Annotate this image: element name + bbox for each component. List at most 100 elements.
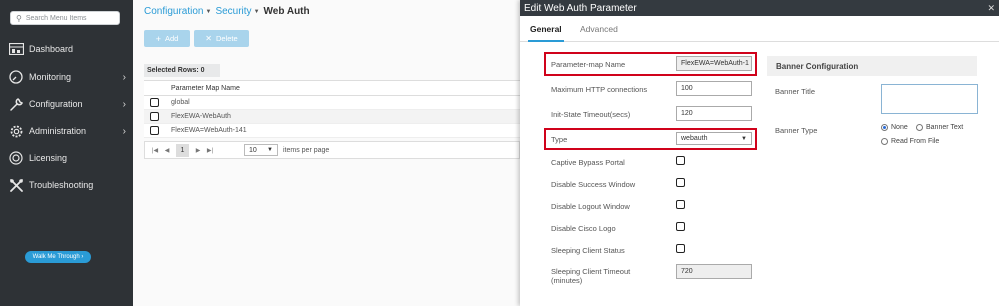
table-row[interactable]: FlexEWA=WebAuth-141 (144, 124, 520, 138)
close-icon[interactable]: ✕ (987, 3, 995, 14)
caret-down-icon: ▼ (205, 8, 212, 15)
delete-button-label: Delete (216, 34, 238, 43)
breadcrumb-configuration[interactable]: Configuration (144, 6, 203, 17)
main-content: Configuration ▼ Security ▼ Web Auth + Ad… (133, 0, 520, 306)
row-name[interactable]: FlexEWA-WebAuth (171, 113, 231, 120)
radio-banner-text[interactable]: Banner Text (916, 124, 963, 131)
table-row[interactable]: FlexEWA-WebAuth (144, 110, 520, 124)
panel-title: Edit Web Auth Parameter (524, 2, 637, 14)
sidebar-item-label: Licensing (29, 153, 68, 163)
init-state-field[interactable]: 120 (676, 106, 752, 121)
radio-read-from-file-label: Read From File (891, 138, 940, 145)
row-name[interactable]: global (171, 99, 190, 106)
init-state-label: Init-State Timeout(secs) (551, 110, 631, 119)
first-page-icon[interactable]: |◀ (149, 147, 161, 154)
radio-dot-selected (881, 124, 888, 131)
add-button[interactable]: + Add (144, 30, 190, 47)
disable-cisco-logo-label: Disable Cisco Logo (551, 224, 616, 233)
caret-down-icon: ▼ (267, 147, 273, 153)
breadcrumb: Configuration ▼ Security ▼ Web Auth (144, 6, 310, 17)
max-http-label: Maximum HTTP connections (551, 85, 648, 94)
selected-rows-count: Selected Rows: 0 (144, 64, 220, 77)
table-row[interactable]: global (144, 96, 520, 110)
max-http-field[interactable]: 100 (676, 81, 752, 96)
radio-none[interactable]: None (881, 124, 908, 131)
search-placeholder: Search Menu Items (25, 14, 87, 22)
banner-title-field[interactable] (881, 84, 978, 114)
active-tab-indicator (528, 40, 564, 42)
banner-title-label: Banner Title (775, 87, 816, 96)
sleeping-timeout-field[interactable]: 720 (676, 264, 752, 279)
sidebar-item-label: Troubleshooting (29, 180, 94, 190)
param-map-name-field[interactable]: FlexEWA=WebAuth-1 (676, 56, 752, 71)
items-per-page-label: items per page (283, 146, 330, 154)
panel-header: Edit Web Auth Parameter ✕ (520, 0, 999, 16)
breadcrumb-current: Web Auth (263, 6, 310, 17)
sidebar-item-licensing[interactable]: Licensing (0, 147, 133, 169)
last-page-icon[interactable]: ▶| (204, 147, 216, 154)
breadcrumb-security[interactable]: Security (215, 6, 251, 17)
sidebar-item-label: Configuration (29, 99, 83, 109)
delete-button[interactable]: ✕ Delete (194, 30, 249, 47)
edit-web-auth-panel: Edit Web Auth Parameter ✕ General Advanc… (520, 0, 999, 306)
sleeping-timeout-unit-label: (minutes) (551, 276, 583, 285)
table-header: Parameter Map Name (144, 80, 520, 96)
disable-success-label: Disable Success Window (551, 180, 636, 189)
chevron-right-icon: › (122, 98, 126, 110)
licensing-icon (7, 150, 25, 166)
radio-banner-text-label: Banner Text (926, 124, 964, 131)
tab-advanced[interactable]: Advanced (580, 24, 618, 34)
sidebar-item-label: Administration (29, 126, 87, 136)
radio-dot (881, 138, 888, 145)
tools-icon (7, 177, 25, 193)
sidebar-item-troubleshooting[interactable]: Troubleshooting (0, 174, 133, 196)
column-header-name[interactable]: Parameter Map Name (171, 85, 240, 92)
row-checkbox[interactable] (150, 126, 159, 135)
type-select-value: webauth (681, 135, 708, 142)
sidebar-item-administration[interactable]: Administration › (0, 120, 133, 142)
next-page-icon[interactable]: ▶ (192, 147, 204, 154)
row-name[interactable]: FlexEWA=WebAuth-141 (171, 127, 247, 134)
sleeping-status-checkbox[interactable] (676, 244, 685, 253)
search-input[interactable]: ⚲ Search Menu Items (10, 11, 120, 25)
add-button-label: Add (164, 34, 179, 43)
sidebar-item-monitoring[interactable]: Monitoring › (0, 66, 133, 88)
pagination: |◀ ◀ 1 ▶ ▶| 10 ▼ items per page (144, 141, 520, 159)
captive-bypass-checkbox[interactable] (676, 156, 685, 165)
captive-bypass-label: Captive Bypass Portal (551, 158, 625, 167)
sidebar-item-label: Dashboard (29, 44, 74, 54)
panel-tabs: General Advanced (520, 16, 999, 42)
current-page[interactable]: 1 (176, 143, 189, 157)
gear-icon (7, 123, 25, 139)
disable-cisco-logo-checkbox[interactable] (676, 222, 685, 231)
banner-type-label: Banner Type (775, 126, 818, 135)
chevron-right-icon: › (122, 71, 126, 83)
type-label: Type (551, 135, 568, 144)
row-checkbox[interactable] (150, 98, 159, 107)
sidebar-item-configuration[interactable]: Configuration › (0, 93, 133, 115)
dashboard-icon (7, 41, 25, 57)
sidebar-item-dashboard[interactable]: Dashboard (0, 38, 133, 60)
disable-logout-checkbox[interactable] (676, 200, 685, 209)
type-select[interactable]: webauth ▼ (676, 132, 752, 145)
prev-page-icon[interactable]: ◀ (161, 147, 173, 154)
search-icon: ⚲ (16, 13, 22, 23)
disable-logout-label: Disable Logout Window (551, 202, 630, 211)
radio-none-label: None (891, 124, 908, 131)
sleeping-timeout-label: Sleeping Client Timeout (551, 267, 631, 276)
disable-success-checkbox[interactable] (676, 178, 685, 187)
radio-read-from-file[interactable]: Read From File (881, 138, 939, 145)
plus-icon: + (155, 33, 161, 44)
page-size-value: 10 (249, 146, 257, 154)
caret-down-icon: ▼ (741, 135, 747, 142)
banner-config-heading: Banner Configuration (767, 56, 977, 76)
tab-general[interactable]: General (530, 24, 562, 34)
close-icon: ✕ (205, 34, 212, 43)
sleeping-status-label: Sleeping Client Status (551, 246, 625, 255)
row-checkbox[interactable] (150, 112, 159, 121)
walk-me-through-button[interactable]: Walk Me Through › (25, 251, 91, 263)
page-size-select[interactable]: 10 ▼ (244, 144, 278, 156)
radio-dot (916, 124, 923, 131)
sidebar: ⚲ Search Menu Items Dashboard Monitoring… (0, 0, 133, 306)
sidebar-item-label: Monitoring (29, 72, 72, 82)
